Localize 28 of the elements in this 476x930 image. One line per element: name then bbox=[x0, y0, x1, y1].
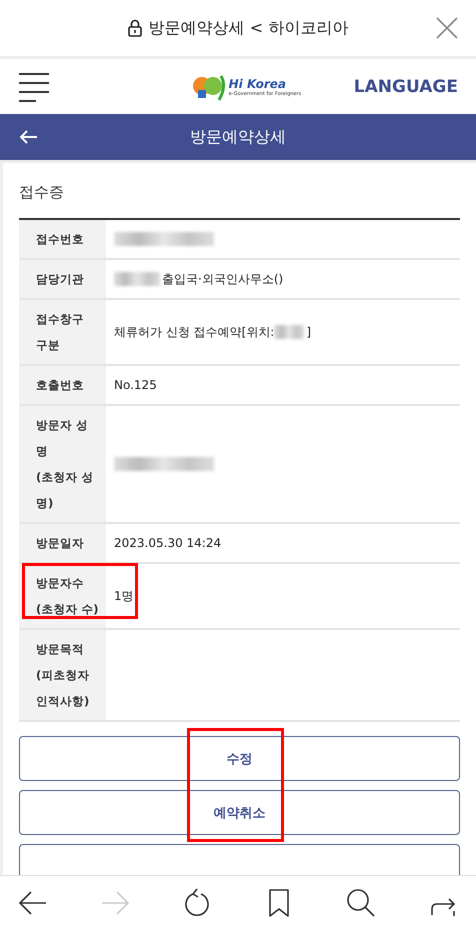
row-label: 호출번호 bbox=[19, 366, 106, 404]
row-value: 출입국·외국인사무소() bbox=[162, 270, 284, 288]
redacted-text bbox=[274, 325, 304, 339]
redacted-text bbox=[114, 272, 160, 286]
row-label: 방문자 성 명 (초청자 성 명) bbox=[19, 406, 106, 522]
row-value: ] bbox=[306, 325, 312, 339]
row-label: 방문일자 bbox=[19, 524, 106, 562]
back-arrow-icon[interactable] bbox=[20, 130, 38, 144]
row-label: 담당기관 bbox=[19, 260, 106, 298]
row-label: 방문자수 (초청자 수) bbox=[19, 564, 106, 628]
row-label: 접수창구 구분 bbox=[19, 300, 106, 364]
row-label: 접수번호 bbox=[19, 220, 106, 258]
row-value: 체류허가 신청 접수예약[위치: bbox=[114, 324, 274, 340]
action-button[interactable]: 예약취소 bbox=[19, 790, 460, 835]
close-icon[interactable] bbox=[436, 17, 458, 39]
row-value: No.125 bbox=[114, 378, 157, 392]
row-label: 방문목적 (피초청자 인적사항) bbox=[19, 630, 106, 720]
page-title: 방문예약상세 < 하이코리아 bbox=[148, 18, 348, 38]
language-button[interactable]: LANGUAGE bbox=[354, 76, 458, 96]
page-header-title: 방문예약상세 bbox=[190, 126, 286, 148]
logo-text: Hi Korea bbox=[228, 76, 287, 90]
menu-icon[interactable] bbox=[18, 72, 50, 102]
row-value: 1명 bbox=[114, 588, 134, 604]
search-icon[interactable] bbox=[346, 888, 376, 918]
row-value: 2023.05.30 14:24 bbox=[114, 536, 222, 550]
action-button[interactable]: 수정 bbox=[19, 736, 460, 781]
reload-icon[interactable] bbox=[182, 888, 212, 918]
section-title: 접수증 bbox=[18, 182, 65, 203]
